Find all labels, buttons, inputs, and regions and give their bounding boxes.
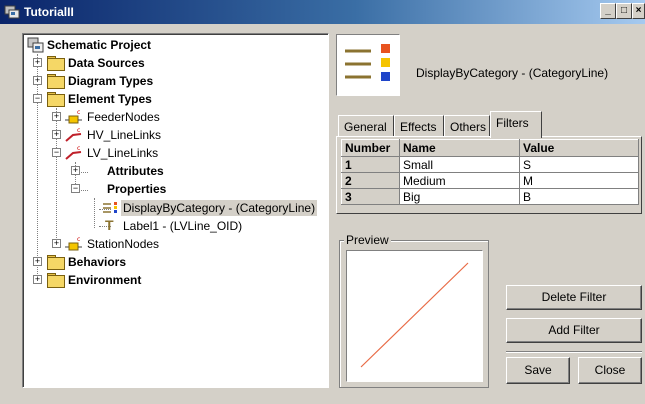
tree-label: Element Types [68,92,152,106]
expand-icon[interactable]: + [71,166,80,175]
cell-number: 3 [341,188,400,205]
tab-others[interactable]: Others [444,115,490,137]
tree-node-properties[interactable]: − Properties [69,180,319,198]
collapse-icon[interactable]: − [71,184,80,193]
filters-table[interactable]: Number Name Value 1 Small S 2 Medium M 3 [341,139,639,205]
svg-text:c: c [77,127,80,134]
column-header-number[interactable]: Number [341,139,400,157]
preview-line [360,262,469,368]
cell-name[interactable]: Small [399,156,520,173]
expand-icon[interactable]: + [52,130,61,139]
app-icon [4,5,20,19]
tree-label: LV_LineLinks [87,146,159,160]
tree-node-schematic-project[interactable]: Schematic Project [25,36,325,54]
expand-icon[interactable]: + [33,76,42,85]
text-label-icon: T [105,217,114,233]
tree-line [94,198,95,228]
tree-node-behaviors[interactable]: + Behaviors [31,253,321,271]
column-header-name[interactable]: Name [399,139,520,157]
tree-label: Properties [107,182,167,196]
cell-name[interactable]: Medium [399,172,520,189]
category-line-icon [103,202,117,213]
tree-node-diagram-types[interactable]: + Diagram Types [31,72,321,90]
close-button[interactable]: Close [578,357,642,384]
expand-icon[interactable]: + [52,239,61,248]
node-type-icon: c [65,236,82,251]
separator [506,351,642,353]
tree-label: Data Sources [68,56,145,70]
cell-number: 1 [341,156,400,173]
window-title: TutorialII [24,5,74,19]
tree-node-environment[interactable]: + Environment [31,271,321,289]
tree-label: Behaviors [68,255,127,269]
preview-canvas [346,250,483,382]
tree-label: StationNodes [87,237,160,251]
tree-label: Label1 - (LVLine_OID) [123,219,243,233]
category-line-preview-icon [336,34,400,96]
folder-icon [47,255,65,270]
tree-node-attributes[interactable]: + Attributes [69,162,319,180]
tree-label: Attributes [107,164,164,178]
title-bar: TutorialII _ □ × [0,0,645,24]
cell-value[interactable]: M [519,172,639,189]
delete-filter-button[interactable]: Delete Filter [506,285,642,310]
cell-value[interactable]: B [519,188,639,205]
main-window: TutorialII _ □ × Schematic Project + Dat [0,0,645,404]
tree-label: HV_LineLinks [87,128,162,142]
table-row[interactable]: 2 Medium M [341,172,639,189]
filters-panel: Number Name Value 1 Small S 2 Medium M 3 [336,136,642,214]
tree-label: FeederNodes [87,110,160,124]
svg-text:c: c [77,109,80,116]
folder-icon [47,74,65,89]
svg-text:c: c [77,236,80,243]
maximize-button[interactable]: □ [616,3,632,19]
project-icon [27,37,44,53]
table-row[interactable]: 1 Small S [341,156,639,173]
expand-icon[interactable]: + [33,58,42,67]
tree-node-lv-linelinks[interactable]: − c LV_LineLinks [50,144,320,162]
tree-label: Environment [68,273,142,287]
expand-icon[interactable]: + [33,257,42,266]
tree-node-display-by-category[interactable]: DisplayByCategory - (CategoryLine) [101,199,323,217]
cell-number: 2 [341,172,400,189]
table-header-row: Number Name Value [341,139,639,157]
tree-node-data-sources[interactable]: + Data Sources [31,54,321,72]
table-row[interactable]: 3 Big B [341,188,639,205]
expand-icon[interactable]: + [33,275,42,284]
link-type-icon: c [65,127,82,142]
tree-label-selected: DisplayByCategory - (CategoryLine) [121,200,318,216]
tab-general[interactable]: General [338,115,394,137]
tab-filters[interactable]: Filters [490,111,542,138]
project-tree[interactable]: Schematic Project + Data Sources + Diagr… [22,33,329,388]
folder-icon [47,56,65,71]
element-title: DisplayByCategory - (CategoryLine) [416,66,609,80]
collapse-icon[interactable]: − [33,94,42,103]
folder-icon [47,273,65,288]
tree-node-hv-linelinks[interactable]: + c HV_LineLinks [50,126,320,144]
link-type-icon: c [65,145,82,160]
open-folder-icon [47,92,65,107]
close-window-button[interactable]: × [632,3,645,19]
tree-label: Schematic Project [47,38,152,52]
svg-text:c: c [77,145,80,152]
add-filter-button[interactable]: Add Filter [506,318,642,343]
preview-label: Preview [344,233,391,247]
tree-label: Diagram Types [68,74,154,88]
cell-name[interactable]: Big [399,188,520,205]
node-type-icon: c [65,109,82,124]
tree-node-element-types[interactable]: − Element Types [31,90,321,108]
expand-icon[interactable]: + [52,112,61,121]
tree-node-label1[interactable]: T Label1 - (LVLine_OID) [101,217,323,235]
cell-value[interactable]: S [519,156,639,173]
save-button[interactable]: Save [506,357,570,384]
collapse-icon[interactable]: − [52,148,61,157]
tree-node-feedernodes[interactable]: + c FeederNodes [50,108,320,126]
tree-node-stationnodes[interactable]: + c StationNodes [50,235,320,253]
tab-effects[interactable]: Effects [394,115,444,137]
column-header-value[interactable]: Value [519,139,639,157]
minimize-button[interactable]: _ [600,3,616,19]
category-symbol-icon [345,44,390,81]
